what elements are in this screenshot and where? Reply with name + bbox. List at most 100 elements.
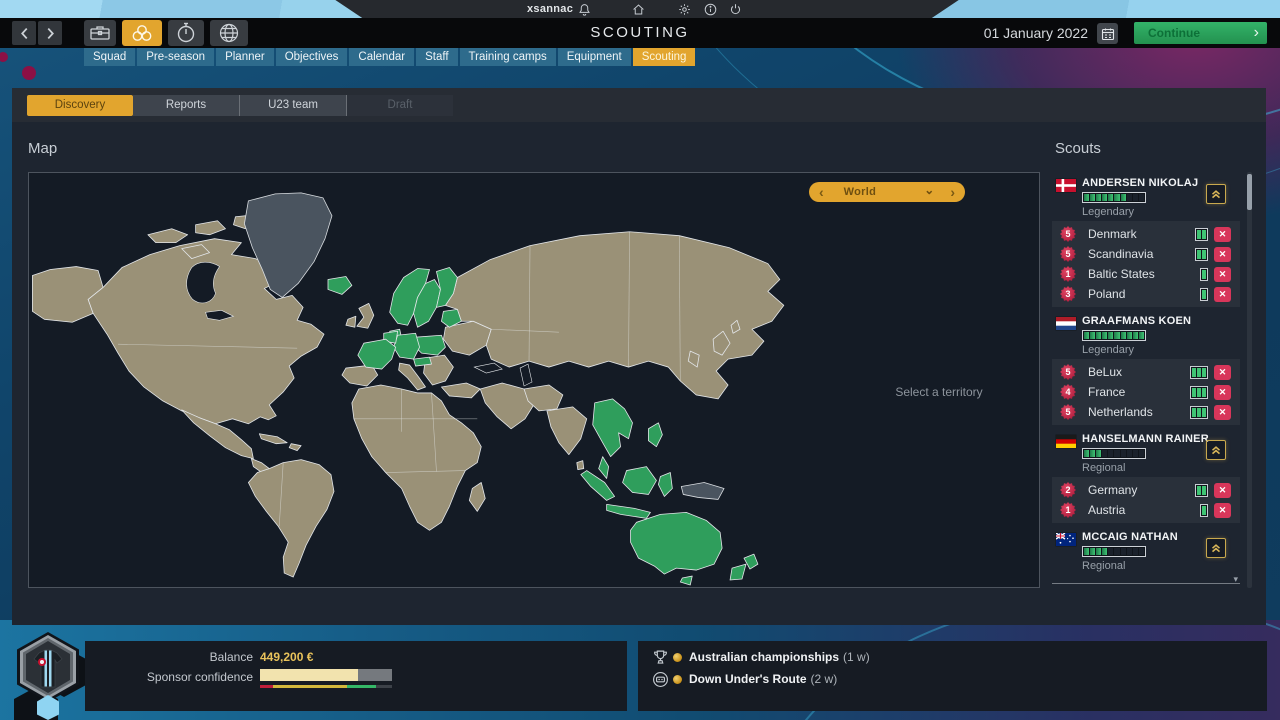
trophy-icon <box>652 649 669 666</box>
balance-value: 449,200 € <box>260 650 313 664</box>
territory-level-indicator <box>1190 366 1208 379</box>
tab-scouting[interactable]: Scouting <box>633 48 696 66</box>
team-logo[interactable] <box>6 629 90 720</box>
upgrade-scout-button[interactable] <box>1206 184 1226 204</box>
remove-territory-button[interactable]: ✕ <box>1214 365 1231 380</box>
territory-name: BeLux <box>1088 365 1122 379</box>
sponsor-confidence-bar <box>260 669 392 681</box>
page-title: SCOUTING <box>0 18 1280 48</box>
map-hint: Select a territory <box>829 385 1049 399</box>
flag-icon-netherlands <box>1056 317 1076 330</box>
scout-header: GRAAFMANS KOEN Legendary <box>1052 310 1240 359</box>
continue-label: Continue <box>1148 26 1254 40</box>
subtab-draft: Draft <box>347 95 453 116</box>
calendar-icon[interactable] <box>1097 23 1118 44</box>
finance-panel: Balance 449,200 € Sponsor confidence <box>85 641 627 711</box>
flag-icon-australia <box>1056 533 1076 546</box>
territory-count-badge: 5 <box>1060 246 1076 262</box>
world-map[interactable] <box>29 173 1039 587</box>
scout-card: HANSELMANN RAINER Regional 2 Germany ✕ 1… <box>1052 428 1240 523</box>
scrollbar-thumb[interactable] <box>1247 174 1252 210</box>
info-icon[interactable] <box>704 3 717 16</box>
territory-count-badge: 5 <box>1060 226 1076 242</box>
territory-list: 2 Germany ✕ 1 Austria ✕ <box>1052 477 1240 523</box>
territory-level-indicator <box>1200 268 1208 281</box>
game-screen: xsannac SCOUTING 01 January 2022 Continu… <box>0 0 1280 720</box>
territory-row: 3 Poland ✕ <box>1052 284 1240 304</box>
event-detail: (1 w) <box>843 650 870 664</box>
tab-training-camps[interactable]: Training camps <box>460 48 556 66</box>
territory-row: 1 Austria ✕ <box>1052 500 1240 520</box>
main-panel: DiscoveryReportsU23 teamDraft Map Scouts <box>12 88 1266 625</box>
scouts-list: ANDERSEN NIKOLAJ Legendary 5 Denmark ✕ 5… <box>1052 172 1240 578</box>
territory-row: 5 Scandinavia ✕ <box>1052 244 1240 264</box>
tab-pre-season[interactable]: Pre-season <box>137 48 214 66</box>
territory-count-badge: 1 <box>1060 502 1076 518</box>
territory-name: France <box>1088 385 1125 399</box>
selector-value[interactable]: World <box>834 186 925 198</box>
territory-count-badge: 2 <box>1060 482 1076 498</box>
territory-name: Germany <box>1088 483 1137 497</box>
territory-name: Netherlands <box>1088 405 1153 419</box>
sponsor-confidence-gauge <box>260 685 392 688</box>
tab-equipment[interactable]: Equipment <box>558 48 631 66</box>
territory-name: Scandinavia <box>1088 247 1153 261</box>
remove-territory-button[interactable]: ✕ <box>1214 405 1231 420</box>
territory-list: 5 Denmark ✕ 5 Scandinavia ✕ 1 Baltic Sta… <box>1052 221 1240 307</box>
territory-row: 5 Netherlands ✕ <box>1052 402 1240 422</box>
territory-level-indicator <box>1200 288 1208 301</box>
chevron-down-icon[interactable]: ⌄ <box>924 183 934 197</box>
subtab-strip: DiscoveryReportsU23 teamDraft <box>12 88 1266 122</box>
flag-icon-denmark <box>1056 179 1076 192</box>
scroll-down-icon[interactable]: ▾ <box>1233 574 1238 585</box>
tab-staff[interactable]: Staff <box>416 48 457 66</box>
scout-header: MCCAIG NATHAN Regional <box>1052 526 1240 575</box>
background-art <box>0 52 8 62</box>
selector-next-button[interactable]: › <box>940 183 965 201</box>
territory-count-badge: 1 <box>1060 266 1076 282</box>
tab-calendar[interactable]: Calendar <box>349 48 414 66</box>
scout-level: Legendary <box>1082 344 1240 356</box>
bell-icon[interactable] <box>578 3 591 16</box>
remove-territory-button[interactable]: ✕ <box>1214 227 1231 242</box>
remove-territory-button[interactable]: ✕ <box>1214 267 1231 282</box>
power-icon[interactable] <box>729 3 742 16</box>
selector-prev-button[interactable]: ‹ <box>809 183 834 201</box>
gold-medal-icon <box>673 653 682 662</box>
sponsor-confidence-label: Sponsor confidence <box>85 670 253 684</box>
remove-territory-button[interactable]: ✕ <box>1214 385 1231 400</box>
tab-squad[interactable]: Squad <box>84 48 135 66</box>
territory-count-badge: 5 <box>1060 404 1076 420</box>
events-panel: Australian championships (1 w) Down Unde… <box>638 641 1267 711</box>
continue-button[interactable]: Continue › <box>1134 22 1267 44</box>
subtabs: DiscoveryReportsU23 teamDraft <box>27 95 453 116</box>
subtab-discovery[interactable]: Discovery <box>27 95 133 116</box>
scouts-panel: ANDERSEN NIKOLAJ Legendary 5 Denmark ✕ 5… <box>1052 172 1252 588</box>
territory-count-badge: 5 <box>1060 364 1076 380</box>
subtab-u23-team[interactable]: U23 team <box>240 95 347 116</box>
territory-count-badge: 4 <box>1060 384 1076 400</box>
upgrade-scout-button[interactable] <box>1206 440 1226 460</box>
tab-objectives[interactable]: Objectives <box>276 48 348 66</box>
territory-level-indicator <box>1195 228 1208 241</box>
territory-level-indicator <box>1190 406 1208 419</box>
remove-territory-button[interactable]: ✕ <box>1214 287 1231 302</box>
divider: ▾ <box>1052 583 1240 584</box>
event-name: Down Under's Route <box>689 672 807 686</box>
upgrade-scout-button[interactable] <box>1206 538 1226 558</box>
territory-row: 5 Denmark ✕ <box>1052 224 1240 244</box>
territory-name: Poland <box>1088 287 1125 301</box>
remove-territory-button[interactable]: ✕ <box>1214 483 1231 498</box>
scout-header: ANDERSEN NIKOLAJ Legendary <box>1052 172 1240 221</box>
subtab-reports[interactable]: Reports <box>133 95 240 116</box>
remove-territory-button[interactable]: ✕ <box>1214 503 1231 518</box>
balance-label: Balance <box>85 650 253 664</box>
event-name: Australian championships <box>689 650 839 664</box>
map-heading: Map <box>28 140 57 157</box>
race-route-icon <box>652 671 669 688</box>
home-icon[interactable] <box>632 3 645 16</box>
settings-icon[interactable] <box>678 3 691 16</box>
remove-territory-button[interactable]: ✕ <box>1214 247 1231 262</box>
territory-level-indicator <box>1195 248 1208 261</box>
tab-planner[interactable]: Planner <box>216 48 274 66</box>
